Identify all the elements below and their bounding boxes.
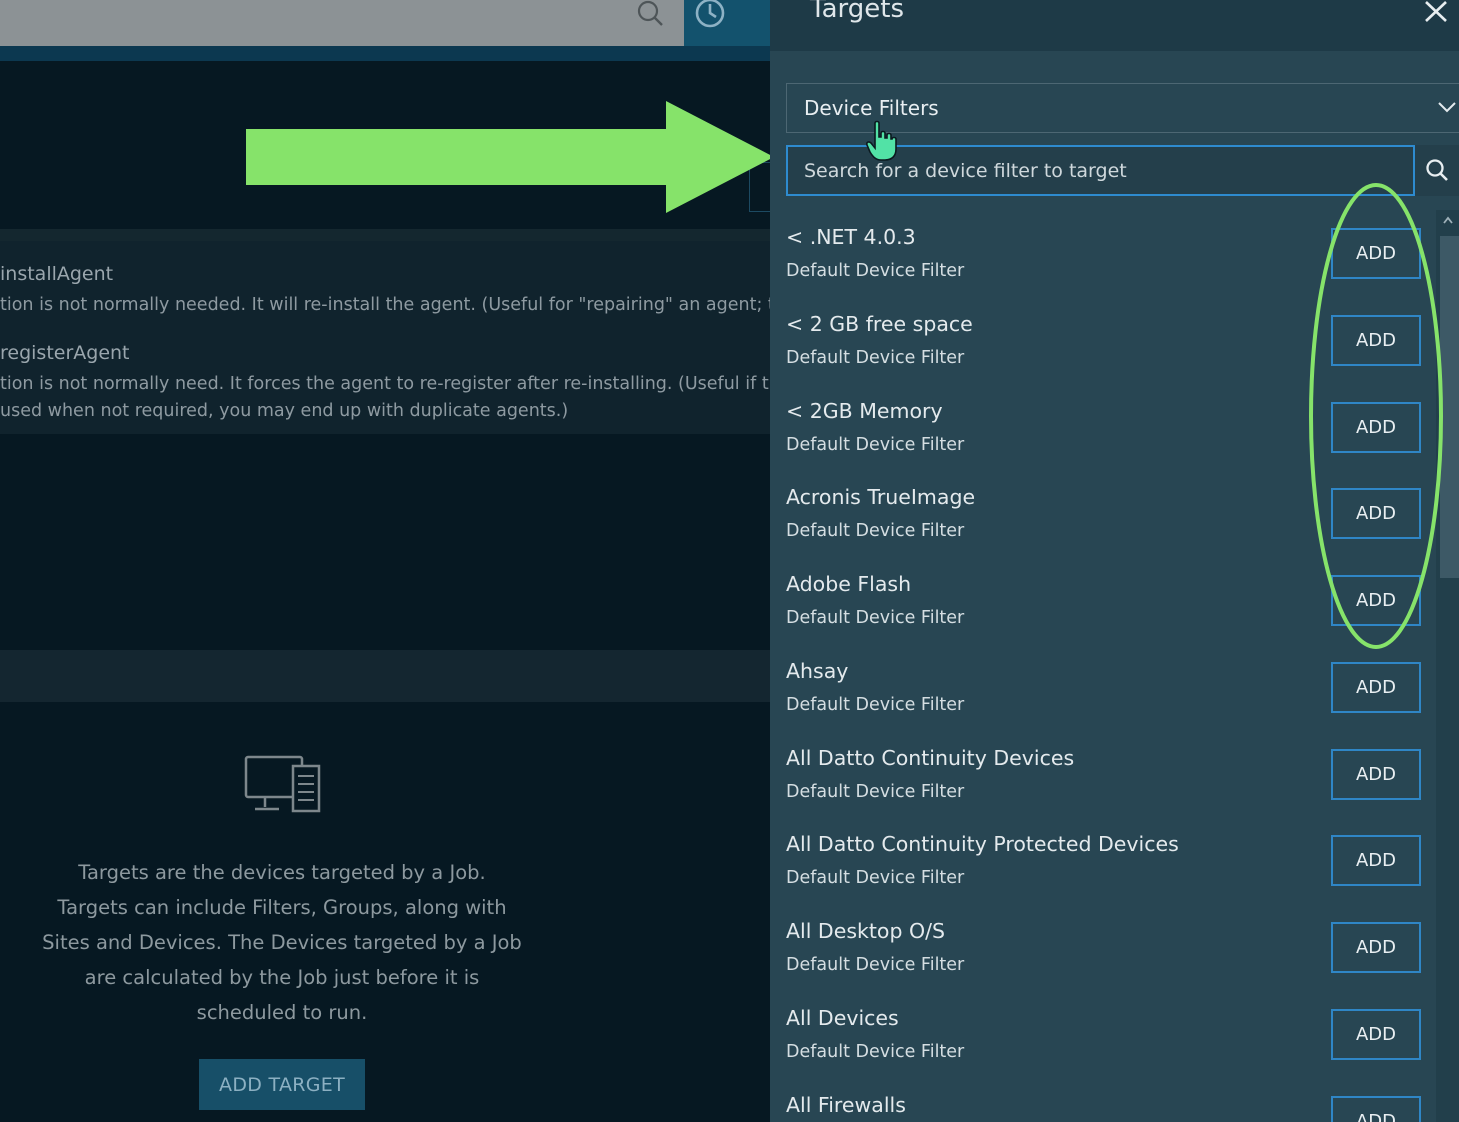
filter-name: < .NET 4.0.3 [786,225,916,249]
filter-name: All Datto Continuity Devices [786,746,1075,770]
list-item: All Datto Continuity Devices Default Dev… [770,731,1436,818]
option-title: registerAgent [0,342,130,364]
filter-type: Default Device Filter [786,782,965,802]
filter-name: All Desktop O/S [786,919,946,943]
list-item: All Datto Continuity Protected Devices D… [770,817,1436,904]
add-filter-button[interactable]: ADD [1331,1096,1421,1122]
add-filter-button[interactable]: ADD [1331,835,1421,886]
filter-type: Default Device Filter [786,868,965,888]
targets-empty-message: Targets are the devices targeted by a Jo… [42,861,522,1024]
filter-type: Default Device Filter [786,608,965,628]
global-search-bar[interactable] [0,0,684,46]
filter-name: Adobe Flash [786,572,912,596]
list-item: All Devices Default Device Filter ADD [770,991,1436,1078]
clock-icon [695,0,725,28]
filter-type-label: Device Filters [804,96,939,120]
filter-name: Ahsay [786,659,849,683]
filter-type: Default Device Filter [786,695,965,715]
chevron-down-icon [1438,102,1456,113]
hand-cursor-icon [866,120,897,161]
search-icon [1426,159,1448,181]
option-description: used when not required, you may end up w… [0,401,569,421]
filter-name: < 2 GB free space [786,312,973,336]
filter-type: Default Device Filter [786,261,965,281]
filter-type: Default Device Filter [786,521,965,541]
add-filter-button[interactable]: ADD [1331,662,1421,713]
option-description: tion is not normally needed. It will re-… [0,295,800,315]
filter-name: < 2GB Memory [786,399,943,423]
annotation-oval-icon [1309,183,1443,649]
filter-name: All Datto Continuity Protected Devices [786,832,1179,856]
filter-type: Default Device Filter [786,348,965,368]
close-icon[interactable] [1423,0,1449,24]
targets-section-header [0,650,770,702]
option-description: tion is not normally need. It forces the… [0,374,791,394]
filter-name: Acronis TrueImage [786,485,976,509]
add-filter-button[interactable]: ADD [1331,749,1421,800]
scroll-up-icon[interactable] [1443,216,1453,224]
list-item: All Firewalls ADD [770,1078,1436,1122]
panel-title: Targets [810,0,904,24]
filter-name: All Devices [786,1006,899,1030]
device-icon [244,755,321,813]
filter-type: Default Device Filter [786,435,965,455]
panel-header: Targets [770,0,1459,51]
filter-name: All Firewalls [786,1093,906,1117]
add-filter-button[interactable]: ADD [1331,922,1421,973]
top-bar-underline [0,46,770,61]
filter-type: Default Device Filter [786,1042,965,1062]
list-item: Ahsay Default Device Filter ADD [770,644,1436,731]
content-gap [0,434,770,650]
list-item: All Desktop O/S Default Device Filter AD… [770,904,1436,991]
top-bar [0,0,770,61]
options-panel: installAgent tion is not normally needed… [0,229,800,434]
filter-type: Default Device Filter [786,955,965,975]
add-target-button[interactable]: ADD TARGET [199,1059,365,1110]
option-title: installAgent [0,263,114,285]
add-filter-button[interactable]: ADD [1331,1009,1421,1060]
annotation-arrow-icon [246,101,774,213]
search-icon[interactable] [634,0,668,30]
